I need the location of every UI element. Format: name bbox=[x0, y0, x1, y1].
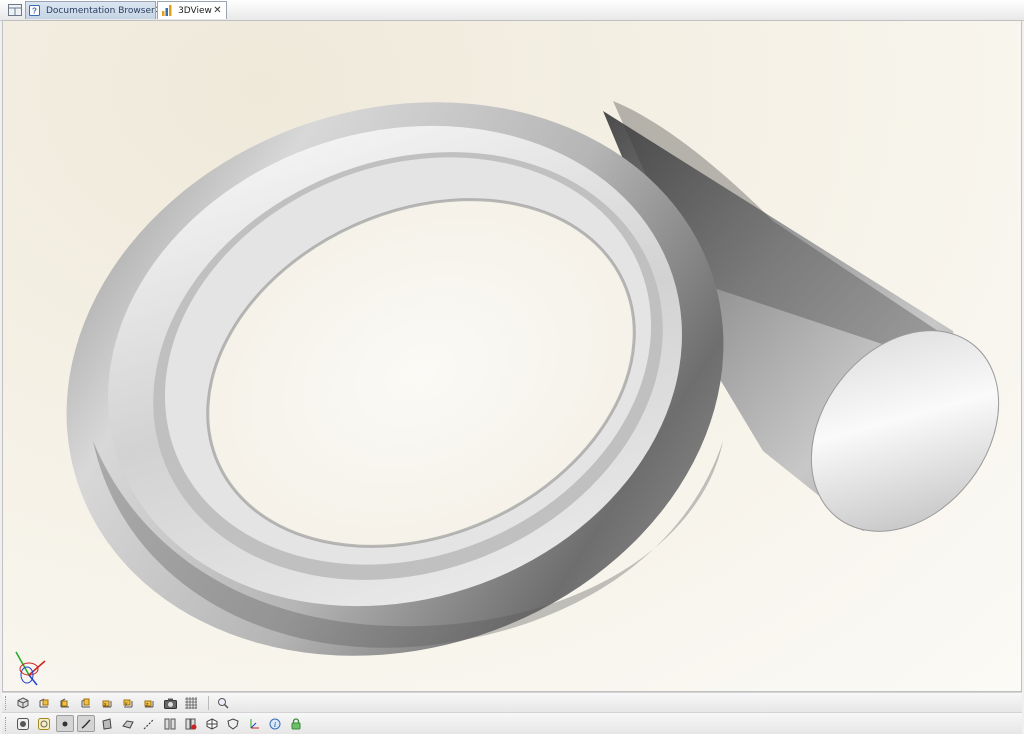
section-x-icon[interactable] bbox=[161, 715, 179, 732]
selection-edge-icon[interactable] bbox=[77, 715, 95, 732]
solid-icon[interactable] bbox=[119, 715, 137, 732]
selection-face-icon[interactable] bbox=[98, 715, 116, 732]
display-shaded-icon[interactable] bbox=[14, 715, 32, 732]
view-top-icon[interactable]: y bbox=[119, 695, 137, 712]
display-highlight-icon[interactable] bbox=[35, 715, 53, 732]
3d-viewport[interactable] bbox=[2, 20, 1022, 692]
lock-icon[interactable] bbox=[287, 715, 305, 732]
toolbar-separator bbox=[208, 696, 209, 710]
view-right-icon[interactable]: x bbox=[98, 695, 116, 712]
tab-documentation-browser[interactable]: ? Documentation Browser ✕ bbox=[25, 1, 163, 19]
shield-icon[interactable] bbox=[224, 715, 242, 732]
help-icon: ? bbox=[29, 5, 40, 17]
chart-icon bbox=[161, 5, 172, 17]
view-iso-icon[interactable] bbox=[14, 695, 32, 712]
zoom-icon[interactable] bbox=[214, 695, 232, 712]
info-icon[interactable]: i bbox=[266, 715, 284, 732]
view-front-icon[interactable] bbox=[35, 695, 53, 712]
window-layout-icon[interactable] bbox=[7, 2, 23, 17]
grid-icon[interactable] bbox=[182, 695, 200, 712]
view-toolbar: x y z bbox=[2, 692, 1022, 713]
svg-text:?: ? bbox=[32, 7, 37, 16]
tab-label: 3DView bbox=[178, 5, 212, 16]
tab-3dview[interactable]: 3DView ✕ bbox=[157, 1, 227, 19]
section-remove-icon[interactable] bbox=[182, 715, 200, 732]
camera-icon[interactable] bbox=[161, 695, 179, 712]
svg-text:i: i bbox=[274, 721, 276, 729]
selection-point-icon[interactable] bbox=[56, 715, 74, 732]
measure-icon[interactable] bbox=[140, 715, 158, 732]
close-icon[interactable]: ✕ bbox=[212, 5, 223, 16]
tab-label: Documentation Browser bbox=[46, 5, 155, 16]
volute-model bbox=[66, 101, 1000, 656]
axis-icon[interactable] bbox=[245, 715, 263, 732]
display-toolbar: i bbox=[2, 712, 1022, 734]
view-left-icon[interactable] bbox=[77, 695, 95, 712]
tab-bar: ? Documentation Browser ✕ 3DView ✕ bbox=[0, 0, 1024, 21]
toolbar-grip[interactable] bbox=[5, 716, 10, 731]
axis-triad-icon bbox=[15, 651, 46, 686]
section-box-icon[interactable] bbox=[203, 715, 221, 732]
view-bottom-icon[interactable]: z bbox=[140, 695, 158, 712]
toolbar-grip[interactable] bbox=[5, 696, 10, 710]
view-back-icon[interactable] bbox=[56, 695, 74, 712]
